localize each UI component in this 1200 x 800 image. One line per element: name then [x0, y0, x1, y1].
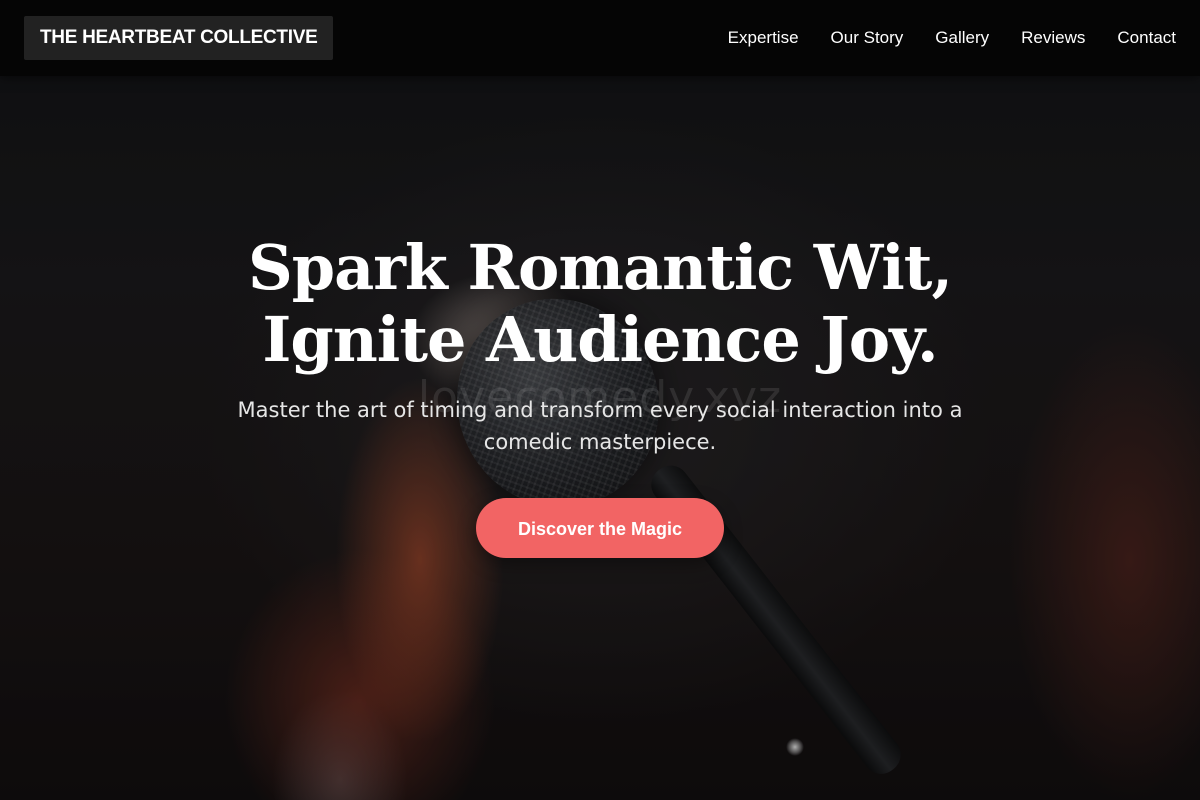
brand-logo[interactable]: THE HEARTBEAT COLLECTIVE	[24, 16, 334, 60]
discover-magic-button[interactable]: Discover the Magic	[476, 498, 724, 558]
nav-link-expertise[interactable]: Expertise	[728, 28, 799, 48]
navbar: THE HEARTBEAT COLLECTIVE Expertise Our S…	[0, 0, 1200, 76]
hero-title-line-2: Ignite Audience Joy.	[262, 303, 938, 376]
hero-subtitle: Master the art of timing and transform e…	[237, 398, 963, 454]
hero-section: Spark Romantic Wit, Ignite Audience Joy.…	[0, 232, 1200, 558]
hero-title-line-1: Spark Romantic Wit,	[247, 231, 953, 304]
landing-page: lovecomedy.xyz THE HEARTBEAT COLLECTIVE …	[0, 0, 1200, 800]
hero-title: Spark Romantic Wit, Ignite Audience Joy.	[150, 232, 1050, 376]
nav-link-reviews[interactable]: Reviews	[1021, 28, 1085, 48]
nav-links: Expertise Our Story Gallery Reviews Cont…	[728, 0, 1176, 76]
nav-link-our-story[interactable]: Our Story	[831, 28, 904, 48]
nav-link-gallery[interactable]: Gallery	[935, 28, 989, 48]
nav-link-contact[interactable]: Contact	[1117, 28, 1176, 48]
